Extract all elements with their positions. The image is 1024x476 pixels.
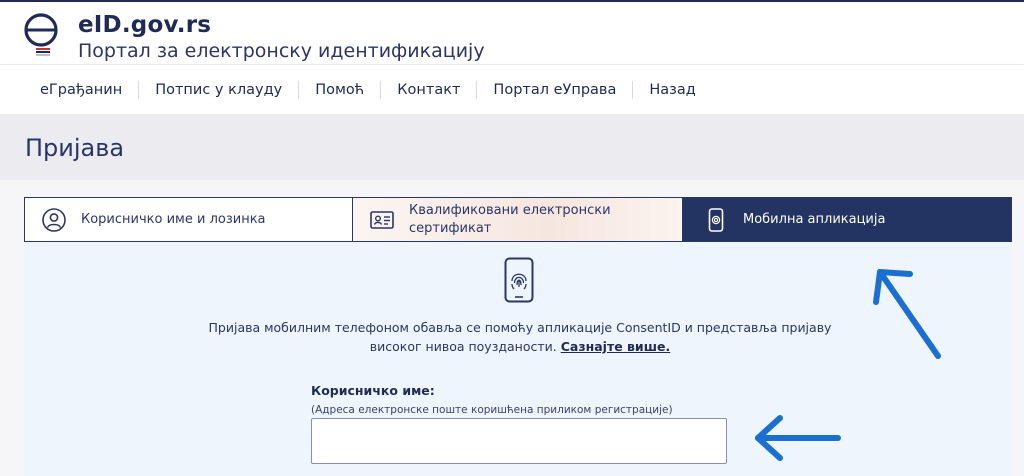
user-circle-icon (42, 207, 66, 232)
site-header: eID.gov.rs Портал за електронску идентиф… (0, 2, 1024, 64)
fingerprint-phone-icon (504, 257, 534, 303)
main-nav: еГрађанин Потпис у клауду Помоћ Контакт … (0, 64, 1024, 114)
mobile-login-description: Пријава мобилним телефоном обавља се пом… (200, 318, 840, 356)
tab-qualified-certificate-label: Квалификовани електронски сертификат (409, 202, 611, 236)
mobile-phone-icon (708, 207, 724, 232)
nav-contact[interactable]: Контакт (380, 80, 476, 99)
username-label: Корисничко име: (311, 383, 435, 398)
username-hint: (Адреса електронске поште коришћена прил… (311, 404, 673, 416)
tab-mobile-app[interactable]: Мобилна апликација (683, 198, 1011, 241)
id-card-icon (370, 210, 394, 229)
eid-logo-icon[interactable] (22, 10, 66, 58)
description-text: Пријава мобилним телефоном обавља се пом… (208, 320, 832, 354)
annotation-arrow-up-icon (873, 269, 941, 359)
tab-qualified-certificate[interactable]: Квалификовани електронски сертификат (353, 198, 683, 241)
tab-username-password[interactable]: Корисничко име и лозинка (25, 198, 353, 241)
learn-more-link[interactable]: Сазнајте више. (561, 339, 670, 354)
tab-mobile-app-label: Мобилна апликација (743, 212, 886, 227)
nav-help[interactable]: Помоћ (298, 80, 380, 99)
nav-back[interactable]: Назад (632, 80, 711, 99)
site-subtitle: Портал за електронску идентификацију (78, 40, 485, 62)
title-band (0, 114, 1024, 180)
nav-euprava-portal[interactable]: Портал еУправа (476, 80, 632, 99)
page-title: Пријава (25, 134, 125, 162)
annotation-arrow-left-icon (755, 415, 841, 461)
nav-cloud-signature[interactable]: Потпис у клауду (138, 80, 298, 99)
username-input[interactable] (311, 418, 727, 464)
site-brand[interactable]: eID.gov.rs (78, 12, 211, 38)
login-method-tabs: Корисничко име и лозинка Квалификовани е… (24, 197, 1012, 242)
nav-egradjanin[interactable]: еГрађанин (24, 81, 138, 99)
tab-username-password-label: Корисничко име и лозинка (81, 212, 266, 227)
